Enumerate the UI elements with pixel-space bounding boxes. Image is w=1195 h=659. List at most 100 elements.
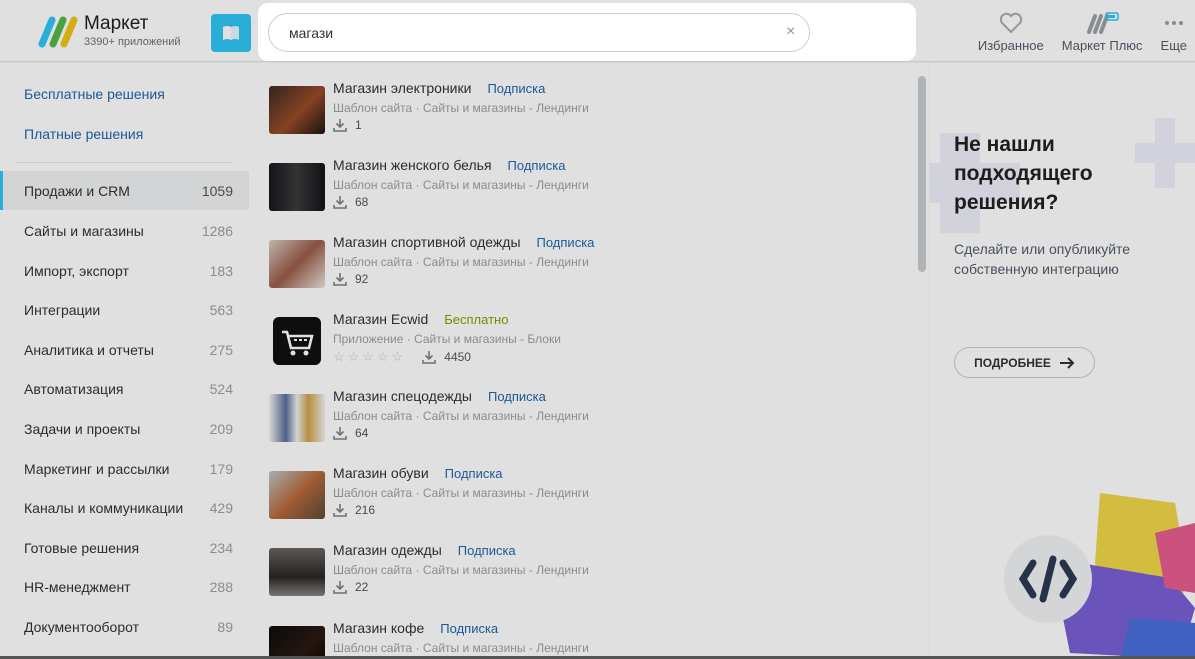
category-label: Готовые решения	[24, 539, 140, 556]
category-label: Документооборот	[24, 618, 140, 635]
sidebar-item-marketing[interactable]: Маркетинг и рассылки 179	[0, 449, 249, 488]
market-plus-label: Маркет Плюс	[1061, 38, 1143, 53]
brand-subtitle: 3390+ приложений	[84, 36, 181, 48]
list-item[interactable]: Магазин Ecwid Бесплатно Приложение · Сайт…	[269, 309, 909, 371]
list-item[interactable]: Магазин одежды Подписка Шаблон сайта · Са…	[269, 540, 909, 602]
paid-solutions-link[interactable]: Платные решения	[24, 126, 143, 142]
ecwid-cart-icon	[273, 317, 321, 365]
more-details-button[interactable]: ПОДРОБНЕЕ	[954, 347, 1095, 378]
item-title: Магазин спецодежды	[333, 388, 472, 404]
download-icon	[333, 273, 347, 286]
download-icon	[333, 427, 347, 440]
install-count: 4450	[444, 350, 471, 364]
download-icon	[333, 504, 347, 517]
item-subtitle: Шаблон сайта · Сайты и магазины - Лендин…	[333, 641, 589, 655]
item-subtitle: Шаблон сайта · Сайты и магазины - Лендин…	[333, 178, 589, 192]
list-item[interactable]: Магазин кофе Подписка Шаблон сайта · Сайт…	[269, 618, 909, 659]
item-thumbnail	[269, 317, 325, 365]
list-item[interactable]: Магазин обуви Подписка Шаблон сайта · Сай…	[269, 463, 909, 525]
category-label: Задачи и проекты	[24, 420, 141, 437]
sidebar: Бесплатные решения Платные решения Прода…	[0, 63, 249, 659]
item-subtitle: Шаблон сайта · Сайты и магазины - Лендин…	[333, 255, 589, 269]
arrow-right-icon	[1059, 356, 1075, 369]
category-label: Каналы и коммуникации	[24, 499, 184, 516]
book-icon	[223, 26, 239, 40]
market-logo-icon[interactable]	[38, 14, 78, 48]
brand[interactable]: Маркет 3390+ приложений	[84, 13, 181, 49]
sidebar-item-hr[interactable]: HR-менеджмент 288	[0, 567, 249, 606]
item-subtitle: Приложение · Сайты и магазины - Блоки	[333, 332, 561, 346]
category-label: Интеграции	[24, 301, 101, 318]
sidebar-item-sites-shops[interactable]: Сайты и магазины 1286	[0, 211, 249, 250]
sidebar-item-import-export[interactable]: Импорт, экспорт 183	[0, 251, 249, 290]
sidebar-item-integrations[interactable]: Интеграции 563	[0, 290, 249, 329]
category-label: Аналитика и отчеты	[24, 341, 154, 358]
install-count: 216	[355, 503, 376, 517]
more-details-label: ПОДРОБНЕЕ	[974, 355, 1051, 370]
category-count: 89	[217, 618, 233, 635]
item-thumbnail	[269, 86, 325, 134]
item-thumbnail	[269, 394, 325, 442]
favorites-button[interactable]: Избранное	[978, 12, 1044, 53]
list-item[interactable]: Магазин электроники Подписка Шаблон сайта…	[269, 78, 909, 140]
item-tag: Подписка	[507, 158, 566, 173]
item-subtitle: Шаблон сайта · Сайты и магазины - Лендин…	[333, 563, 589, 577]
search-input-value: магази	[289, 24, 334, 41]
item-thumbnail	[269, 471, 325, 519]
download-icon	[422, 351, 437, 364]
market-plus-button[interactable]: Маркет Плюс	[1062, 12, 1143, 53]
download-icon	[333, 196, 347, 209]
sidebar-item-channels[interactable]: Каналы и коммуникации 429	[0, 488, 249, 527]
more-button[interactable]: Еще	[1161, 12, 1187, 53]
category-label: Импорт, экспорт	[24, 262, 129, 279]
category-count: 275	[209, 341, 233, 358]
item-subtitle: Шаблон сайта · Сайты и магазины - Лендин…	[333, 409, 589, 423]
category-label: Продажи и CRM	[24, 182, 130, 199]
sidebar-item-sales-crm[interactable]: Продажи и CRM 1059	[0, 171, 249, 210]
search-input[interactable]: магази	[268, 13, 810, 52]
item-tag: Бесплатно	[444, 312, 509, 327]
sidebar-item-ready-solutions[interactable]: Готовые решения 234	[0, 528, 249, 567]
item-title: Магазин кофе	[333, 620, 425, 636]
list-item[interactable]: Магазин женского белья Подписка Шаблон са…	[269, 155, 909, 217]
category-count: 524	[209, 380, 233, 397]
list-item[interactable]: Магазин спецодежды Подписка Шаблон сайта …	[269, 386, 909, 448]
item-subtitle: Шаблон сайта · Сайты и магазины - Лендин…	[333, 486, 589, 500]
header-actions: Избранное Маркет Плюс Еще	[978, 12, 1187, 53]
item-tag: Подписка	[440, 621, 499, 636]
market-plus-icon	[1087, 12, 1119, 34]
sidebar-item-analytics[interactable]: Аналитика и отчеты 275	[0, 330, 249, 369]
item-tag: Подписка	[536, 235, 595, 250]
catalog-book-button[interactable]	[211, 14, 251, 52]
category-count: 429	[209, 499, 233, 516]
install-count: 64	[355, 426, 369, 440]
item-thumbnail	[269, 163, 325, 211]
free-solutions-link[interactable]: Бесплатные решения	[24, 86, 165, 102]
promo-panel: Не нашли подходящего решения? Сделайте и…	[930, 63, 1195, 659]
category-count: 288	[209, 578, 233, 595]
search-popup: магази ×	[258, 3, 916, 61]
heart-icon	[999, 12, 1022, 34]
item-tag: Подписка	[487, 81, 546, 96]
item-title: Магазин одежды	[333, 542, 442, 558]
download-icon	[333, 581, 347, 594]
category-count: 183	[209, 262, 233, 279]
category-count: 179	[209, 460, 233, 477]
item-tag: Подписка	[457, 543, 516, 558]
item-thumbnail	[269, 626, 325, 659]
search-results-list: Магазин электроники Подписка Шаблон сайта…	[249, 63, 929, 659]
promo-title: Не нашли подходящего решения?	[954, 133, 1093, 214]
category-label: Маркетинг и рассылки	[24, 460, 170, 477]
sidebar-item-automation[interactable]: Автоматизация 524	[0, 369, 249, 408]
item-tag: Подписка	[488, 389, 546, 404]
category-label: Сайты и магазины	[24, 222, 144, 239]
brand-name: Маркет	[84, 13, 149, 34]
sidebar-item-tasks[interactable]: Задачи и проекты 209	[0, 409, 249, 448]
results-scrollbar[interactable]	[918, 76, 926, 272]
item-title: Магазин электроники	[333, 80, 472, 96]
sidebar-item-documents[interactable]: Документооборот 89	[0, 607, 249, 646]
sidebar-divider	[16, 162, 232, 163]
item-title: Магазин Ecwid	[333, 311, 429, 327]
clear-search-icon[interactable]: ×	[786, 23, 795, 41]
list-item[interactable]: Магазин спортивной одежды Подписка Шаблон…	[269, 232, 909, 294]
